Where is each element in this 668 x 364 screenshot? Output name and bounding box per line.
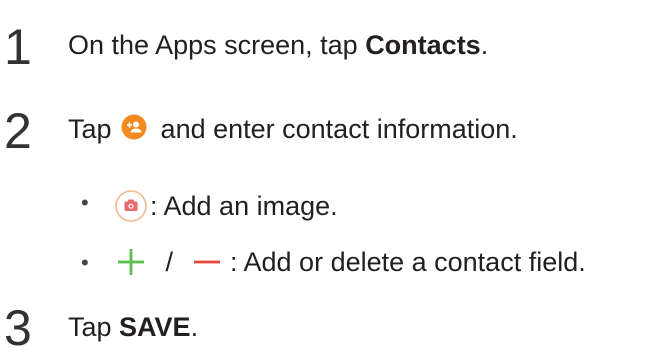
step-1-text-after: . <box>480 30 489 60</box>
step-3-text-before: Tap <box>68 312 120 342</box>
add-contact-icon <box>121 114 147 148</box>
step-1-text: On the Apps screen, tap Contacts. <box>68 28 488 62</box>
step-1-number: 1 <box>4 19 32 75</box>
icon-separator: / <box>158 247 181 277</box>
bullet-1-text: : Add an image. <box>150 191 338 221</box>
step-3-number: 3 <box>4 300 32 356</box>
step-1-contacts-label: Contacts <box>365 30 481 60</box>
step-3-text-after: . <box>190 312 199 342</box>
step-3-text: Tap SAVE. <box>68 310 198 344</box>
step-2-text-before: Tap <box>68 114 120 144</box>
step-3-save-label: SAVE <box>119 312 191 342</box>
bullet-dot: • <box>81 250 89 275</box>
step-2-number: 2 <box>4 103 32 159</box>
plus-icon <box>116 247 146 282</box>
step-1-text-before: On the Apps screen, tap <box>68 30 366 60</box>
step-2-text-after: and enter contact information. <box>153 114 518 144</box>
bullet-dot: • <box>81 190 89 215</box>
bullet-2-text: : Add or delete a contact field. <box>230 247 586 277</box>
camera-icon <box>115 190 147 227</box>
step-2-text: Tap and enter contact information. <box>68 112 518 148</box>
minus-icon <box>192 247 222 282</box>
